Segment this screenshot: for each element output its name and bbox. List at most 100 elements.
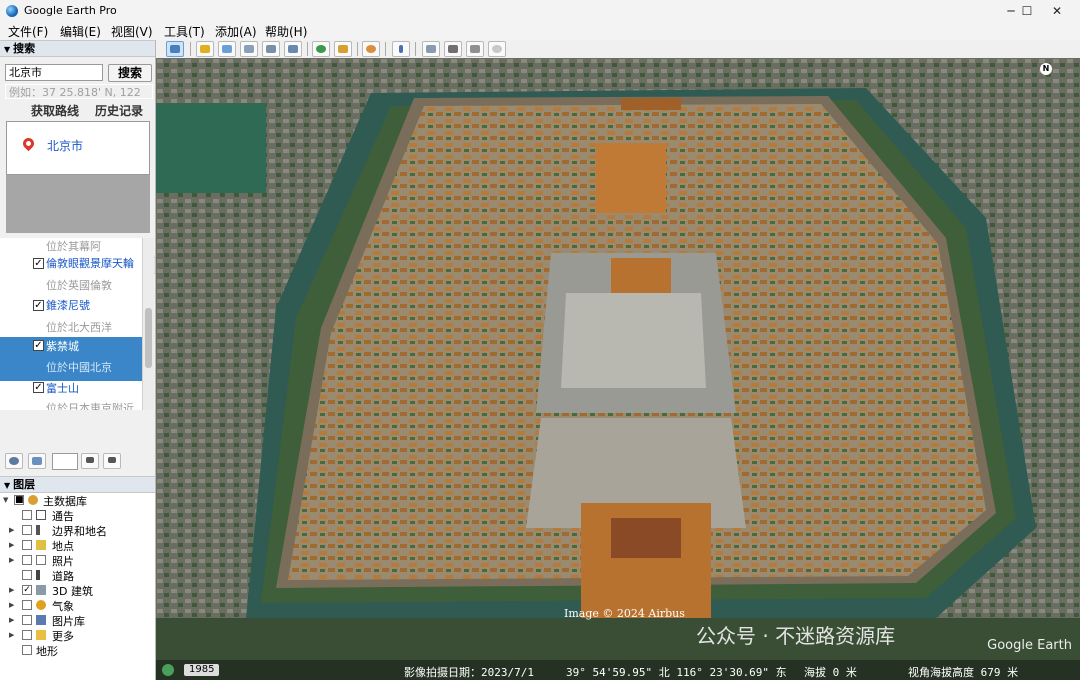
search-places-button[interactable] xyxy=(5,453,23,469)
layer-checkbox[interactable] xyxy=(22,600,32,610)
ruler-button[interactable] xyxy=(392,41,410,57)
main-hall-roof xyxy=(611,258,671,293)
expand-icon[interactable]: ▶ xyxy=(9,616,14,624)
historical-clock-icon[interactable] xyxy=(162,664,174,676)
historical-imagery-button[interactable] xyxy=(312,41,330,57)
toggle-sidebar-button[interactable] xyxy=(166,41,184,57)
close-button[interactable]: ✕ xyxy=(1034,0,1080,22)
sunlight-button[interactable] xyxy=(334,41,352,57)
satellite-imagery xyxy=(156,58,1080,680)
menu-bar: 文件(F) 编辑(E) 视图(V) 工具(T) 添加(A) 帮助(H) xyxy=(0,22,1080,40)
record-tour-button[interactable] xyxy=(284,41,302,57)
hall-terrace xyxy=(561,293,706,388)
sidebar-toggle-button[interactable] xyxy=(28,453,46,469)
layers-panel-header[interactable]: ▼ 图层 xyxy=(0,476,155,493)
expand-icon[interactable]: ▶ xyxy=(9,556,14,564)
menu-view[interactable]: 视图(V) xyxy=(111,23,153,40)
place-title-selected[interactable]: 紫禁城 xyxy=(46,338,79,354)
place-subtitle: 位於其幕阿 xyxy=(46,240,101,253)
menu-file[interactable]: 文件(F) xyxy=(8,23,48,40)
layer-checkbox[interactable] xyxy=(22,570,32,580)
move-down-button[interactable] xyxy=(103,453,121,469)
layer-checkbox[interactable] xyxy=(22,630,32,640)
menu-edit[interactable]: 编辑(E) xyxy=(60,23,101,40)
layer-checkbox[interactable] xyxy=(22,555,32,565)
add-path-button[interactable] xyxy=(240,41,258,57)
place-checkbox[interactable]: ✓ xyxy=(33,382,44,393)
place-subtitle: 位於中國北京 xyxy=(46,361,112,374)
search-button[interactable]: 搜索 xyxy=(108,64,152,82)
place-title[interactable]: 錐漆尼號 xyxy=(46,297,90,313)
more-folder-icon xyxy=(36,630,46,640)
search-results: 北京市 xyxy=(6,121,150,175)
history-link[interactable]: 历史记录 xyxy=(95,102,143,119)
move-up-button[interactable] xyxy=(81,453,99,469)
capture-date: 影像拍摄日期：2023/7/1 xyxy=(404,666,534,679)
places-list: 位於其幕阿 ✓ 倫敦眼觀景摩天輪 位於英國倫敦 ✓ 錐漆尼號 位於北大西洋 ✓ … xyxy=(0,238,154,410)
tour-input[interactable] xyxy=(52,453,78,470)
eye-altitude: 视角海拔高度 679 米 xyxy=(908,666,1019,679)
email-button[interactable] xyxy=(422,41,440,57)
expand-icon[interactable]: ▶ xyxy=(9,601,14,609)
road-icon xyxy=(36,570,40,580)
scrollbar-thumb[interactable] xyxy=(145,308,152,368)
expand-icon[interactable]: ▼ xyxy=(3,496,8,504)
layer-checkbox[interactable] xyxy=(22,525,32,535)
view-in-maps-button[interactable] xyxy=(488,41,506,57)
save-image-button[interactable] xyxy=(466,41,484,57)
status-bar: 1985 影像拍摄日期：2023/7/1 39° 54'59.95" 北 116… xyxy=(156,660,1080,680)
photo-icon xyxy=(36,555,46,565)
layer-label: 通告 xyxy=(52,510,74,523)
add-placemark-button[interactable] xyxy=(196,41,214,57)
search-panel-header[interactable]: ▼ 搜索 xyxy=(0,40,155,57)
toolbar xyxy=(156,40,1080,58)
menu-help[interactable]: 帮助(H) xyxy=(265,23,307,40)
add-image-overlay-button[interactable] xyxy=(262,41,280,57)
switch-planet-button[interactable] xyxy=(362,41,380,57)
expand-icon[interactable]: ▶ xyxy=(9,586,14,594)
inner-hall-roof xyxy=(596,143,666,213)
expand-icon[interactable]: ▶ xyxy=(9,631,14,639)
places-icon xyxy=(36,540,46,550)
place-checkbox[interactable]: ✓ xyxy=(33,258,44,269)
toolbar-separator xyxy=(385,42,386,56)
google-earth-logo: Google Earth xyxy=(987,638,1072,653)
title-bar: Google Earth Pro ─ ☐ ✕ xyxy=(0,0,1080,22)
layer-label: 更多 xyxy=(52,630,74,643)
place-checkbox[interactable]: ✓ xyxy=(33,300,44,311)
expand-icon[interactable]: ▶ xyxy=(9,526,14,534)
toolbar-separator xyxy=(307,42,308,56)
search-result-item[interactable]: 北京市 xyxy=(47,137,83,154)
layer-checkbox[interactable] xyxy=(22,615,32,625)
north-reset-button[interactable]: N xyxy=(1040,63,1052,75)
database-icon xyxy=(28,495,38,505)
search-input[interactable]: 北京市 xyxy=(5,64,103,81)
layer-checkbox[interactable]: ✓ xyxy=(22,585,32,595)
places-scrollbar[interactable] xyxy=(142,238,154,410)
notice-icon xyxy=(36,510,46,520)
print-button[interactable] xyxy=(444,41,462,57)
place-title[interactable]: 倫敦眼觀景摩天輪 xyxy=(46,255,134,271)
layer-label: 地形 xyxy=(36,645,58,658)
imagery-year-badge[interactable]: 1985 xyxy=(184,664,220,676)
expand-icon[interactable]: ▶ xyxy=(9,541,14,549)
layer-checkbox[interactable] xyxy=(22,540,32,550)
get-directions-link[interactable]: 获取路线 xyxy=(31,102,79,119)
layer-label: 气象 xyxy=(52,600,74,613)
place-title[interactable]: 富士山 xyxy=(46,380,79,396)
places-controls xyxy=(0,452,156,472)
add-polygon-button[interactable] xyxy=(218,41,236,57)
layer-label: 3D 建筑 xyxy=(52,585,93,598)
map-view[interactable]: N Image © 2024 Airbus 公众号 · 不迷路资源库 Googl… xyxy=(156,58,1080,680)
collapse-triangle-icon: ▼ xyxy=(4,45,11,54)
layer-label: 照片 xyxy=(52,555,74,568)
layer-label: 道路 xyxy=(52,570,74,583)
layer-checkbox[interactable] xyxy=(22,510,32,520)
north-gate xyxy=(621,98,681,110)
layer-checkbox[interactable]: ■ xyxy=(14,495,24,505)
layer-checkbox[interactable] xyxy=(22,645,32,655)
menu-add[interactable]: 添加(A) xyxy=(215,23,257,40)
layer-label: 主数据库 xyxy=(43,495,87,508)
place-checkbox[interactable]: ✓ xyxy=(33,340,44,351)
menu-tools[interactable]: 工具(T) xyxy=(164,23,205,40)
